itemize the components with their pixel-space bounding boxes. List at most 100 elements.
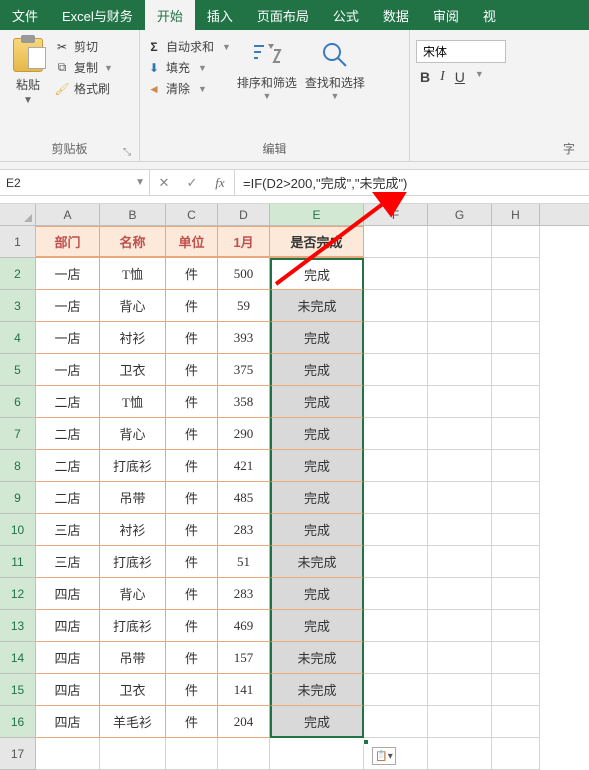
cell[interactable] [492, 578, 540, 610]
cell[interactable]: 件 [166, 642, 218, 674]
tab-formulas[interactable]: 公式 [321, 0, 371, 30]
row-header-2[interactable]: 2 [0, 258, 36, 290]
col-header-H[interactable]: H [492, 204, 540, 225]
cell[interactable] [492, 290, 540, 322]
tab-custom[interactable]: Excel与财务 [50, 0, 145, 30]
col-header-G[interactable]: G [428, 204, 492, 225]
cell[interactable]: 完成 [270, 482, 364, 514]
cell[interactable]: 完成 [270, 322, 364, 354]
cell[interactable]: 二店 [36, 450, 100, 482]
cell[interactable]: 完成 [270, 514, 364, 546]
cell[interactable] [364, 578, 428, 610]
tab-layout[interactable]: 页面布局 [245, 0, 321, 30]
cell[interactable] [492, 642, 540, 674]
cell[interactable]: 358 [218, 386, 270, 418]
col-header-F[interactable]: F [364, 204, 428, 225]
cell[interactable]: 衬衫 [100, 514, 166, 546]
tab-insert[interactable]: 插入 [195, 0, 245, 30]
cell[interactable]: 背心 [100, 418, 166, 450]
cell[interactable]: 二店 [36, 386, 100, 418]
cell[interactable]: 1月 [218, 226, 270, 258]
cell[interactable] [364, 386, 428, 418]
cell[interactable] [364, 642, 428, 674]
cell[interactable]: 吊带 [100, 642, 166, 674]
cell[interactable]: 件 [166, 610, 218, 642]
cell[interactable]: 打底衫 [100, 450, 166, 482]
cell[interactable]: 完成 [270, 578, 364, 610]
fx-button[interactable]: fx [206, 170, 234, 195]
cell[interactable] [428, 514, 492, 546]
underline-button[interactable]: U [455, 69, 465, 85]
cell[interactable] [492, 546, 540, 578]
cell[interactable] [428, 546, 492, 578]
cell[interactable]: 背心 [100, 290, 166, 322]
cell[interactable] [428, 450, 492, 482]
cell[interactable]: 283 [218, 578, 270, 610]
italic-button[interactable]: I [440, 69, 445, 85]
row-header-10[interactable]: 10 [0, 514, 36, 546]
cell[interactable] [428, 226, 492, 258]
tab-review[interactable]: 审阅 [421, 0, 471, 30]
row-header-12[interactable]: 12 [0, 578, 36, 610]
cell[interactable] [36, 738, 100, 770]
font-name-selector[interactable]: 宋体 [416, 40, 506, 63]
cell[interactable]: 件 [166, 258, 218, 290]
row-header-13[interactable]: 13 [0, 610, 36, 642]
cell[interactable]: 件 [166, 578, 218, 610]
row-header-6[interactable]: 6 [0, 386, 36, 418]
cell[interactable]: 四店 [36, 706, 100, 738]
tab-data[interactable]: 数据 [371, 0, 421, 30]
cell[interactable] [428, 482, 492, 514]
cell[interactable] [428, 290, 492, 322]
accept-formula-button[interactable]: ✓ [178, 170, 206, 195]
fill-handle[interactable] [363, 739, 369, 745]
cell[interactable] [364, 418, 428, 450]
paste-button[interactable]: 粘贴 ▼ [6, 34, 50, 137]
row-header-7[interactable]: 7 [0, 418, 36, 450]
cell[interactable] [428, 258, 492, 290]
cell[interactable] [492, 418, 540, 450]
autosum-button[interactable]: Σ自动求和▼ [146, 38, 231, 55]
row-header-5[interactable]: 5 [0, 354, 36, 386]
cell[interactable]: 157 [218, 642, 270, 674]
cell[interactable] [492, 514, 540, 546]
select-all-corner[interactable] [0, 204, 36, 225]
cell[interactable] [492, 450, 540, 482]
col-header-C[interactable]: C [166, 204, 218, 225]
cell[interactable] [428, 322, 492, 354]
tab-file[interactable]: 文件 [0, 0, 50, 30]
cell[interactable] [492, 258, 540, 290]
cell[interactable]: 393 [218, 322, 270, 354]
row-header-11[interactable]: 11 [0, 546, 36, 578]
cell[interactable] [492, 226, 540, 258]
cell[interactable]: 名称 [100, 226, 166, 258]
cell[interactable] [428, 706, 492, 738]
cell[interactable] [364, 482, 428, 514]
cell[interactable] [364, 706, 428, 738]
format-painter-button[interactable]: 🖌格式刷 [54, 80, 113, 97]
cell[interactable]: 51 [218, 546, 270, 578]
cell[interactable]: 未完成 [270, 674, 364, 706]
name-box[interactable]: E2▼ [0, 170, 150, 195]
cell[interactable] [492, 706, 540, 738]
cell[interactable] [492, 322, 540, 354]
find-select-button[interactable]: 查找和选择 ▼ [303, 34, 367, 137]
col-header-E[interactable]: E [270, 204, 364, 225]
cell[interactable] [364, 450, 428, 482]
cancel-formula-button[interactable]: ✕ [150, 170, 178, 195]
cell[interactable]: 打底衫 [100, 546, 166, 578]
cell[interactable] [364, 258, 428, 290]
cell[interactable] [364, 674, 428, 706]
cell[interactable]: 500 [218, 258, 270, 290]
cell[interactable]: 375 [218, 354, 270, 386]
cell[interactable] [270, 738, 364, 770]
cell[interactable]: 一店 [36, 354, 100, 386]
cell[interactable]: 件 [166, 514, 218, 546]
cut-button[interactable]: ✂剪切 [54, 38, 113, 55]
cell[interactable] [428, 418, 492, 450]
cell[interactable]: 未完成 [270, 642, 364, 674]
row-header-1[interactable]: 1 [0, 226, 36, 258]
cell[interactable] [492, 738, 540, 770]
cell[interactable]: 件 [166, 482, 218, 514]
col-header-B[interactable]: B [100, 204, 166, 225]
